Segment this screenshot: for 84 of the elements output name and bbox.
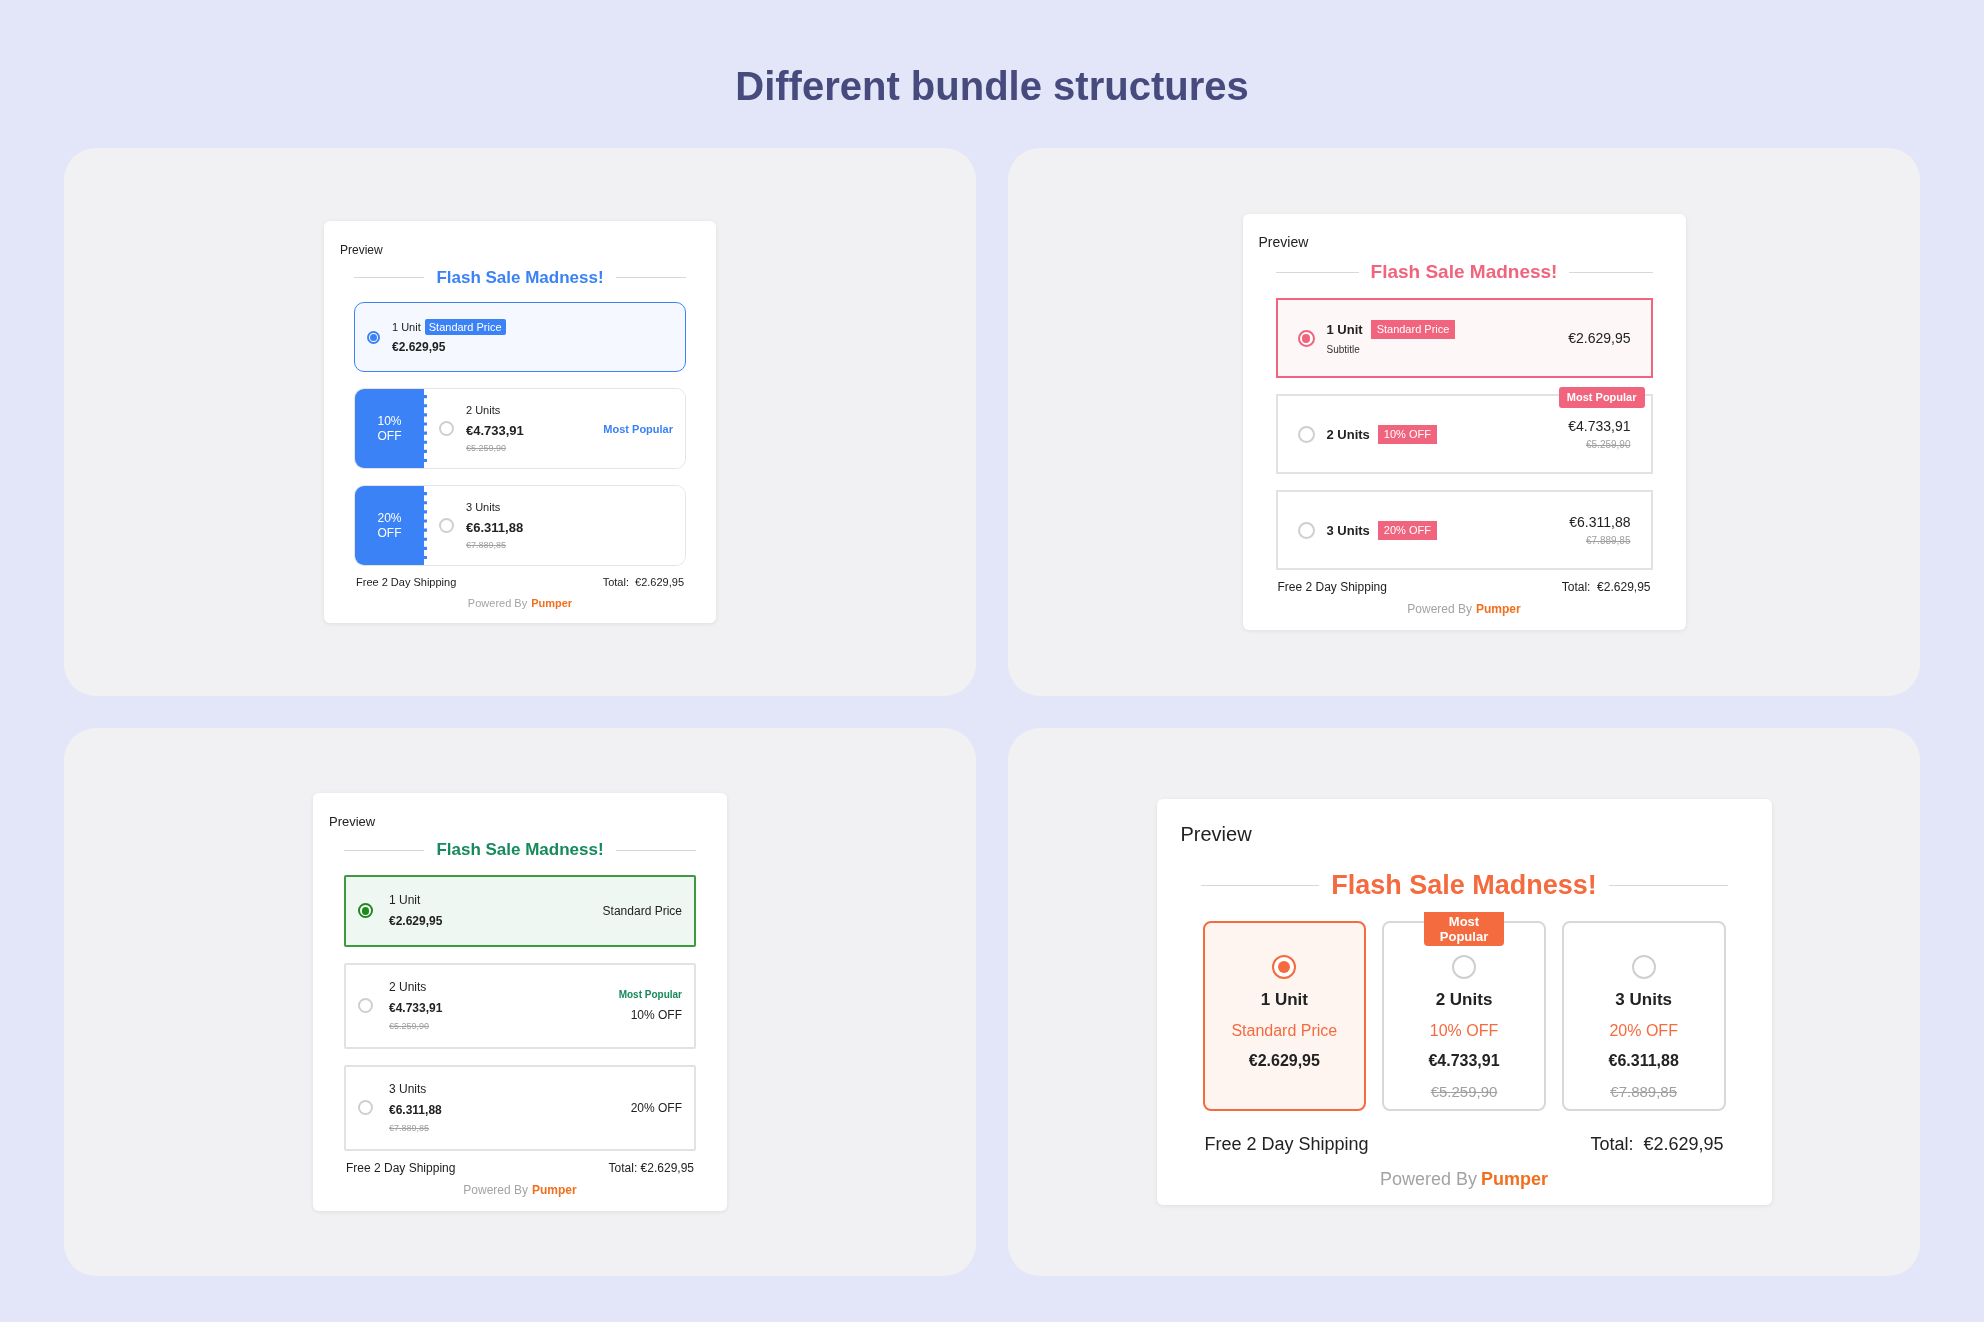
price: €6.311,88 bbox=[1569, 513, 1631, 533]
discount-label: 20% OFF bbox=[1609, 1020, 1678, 1041]
bundle-option[interactable]: 1 Unit Standard Price €2.629,95 bbox=[1202, 921, 1367, 1112]
unit-label: 2 Units bbox=[1326, 425, 1370, 444]
discount-label: 10% OFF bbox=[376, 413, 403, 444]
bundle-option[interactable]: 3 Units 20% OFF €6.311,88 €7.889,85 bbox=[1561, 921, 1726, 1112]
powered-by-text: Powered By bbox=[467, 595, 528, 611]
bundle-option[interactable]: 1 Unit Standard Price €2.629,95 bbox=[354, 302, 686, 373]
discount-badge: Standard Price bbox=[1370, 320, 1456, 339]
powered-by-text: Powered By bbox=[1407, 601, 1472, 619]
price: €4.733,91 bbox=[466, 421, 524, 440]
sale-heading: Flash Sale Madness! bbox=[435, 839, 605, 862]
discount-label: Standard Price bbox=[1231, 1020, 1338, 1041]
unit-label: 1 Unit bbox=[389, 892, 422, 910]
unit-label: 1 Unit bbox=[392, 319, 421, 335]
unit-label: 3 Units bbox=[389, 1081, 428, 1098]
total-price: Total: €2.629,95 bbox=[1561, 579, 1651, 597]
most-popular-ribbon: Most Popular bbox=[1558, 387, 1645, 408]
powered-by-text: Powered By bbox=[463, 1181, 528, 1199]
discount-badge: 10% OFF bbox=[1377, 425, 1437, 444]
price: €4.733,91 bbox=[1428, 1050, 1500, 1071]
radio-button[interactable] bbox=[1297, 329, 1315, 347]
discount-label: 10% OFF bbox=[1429, 1020, 1499, 1041]
bundle-option[interactable]: 20% OFF 3 Units €6.311,88 €7.889,85 bbox=[354, 485, 686, 567]
sale-heading: Flash Sale Madness! bbox=[1330, 868, 1598, 902]
total-price: Total: €2.629,95 bbox=[1590, 1133, 1724, 1157]
bundle-option[interactable]: 3 Units €6.311,88 €7.889,85 20% OFF bbox=[344, 1064, 696, 1151]
discount-label: 20% OFF bbox=[630, 1099, 682, 1117]
most-popular-label: Most Popular bbox=[618, 988, 682, 1003]
unit-label: 3 Units bbox=[1326, 521, 1370, 540]
unit-label: 3 Units bbox=[1615, 989, 1672, 1012]
unit-label: 1 Unit bbox=[1326, 320, 1363, 339]
original-price: €5.259,90 bbox=[1430, 1082, 1498, 1100]
price: €6.311,88 bbox=[466, 518, 524, 537]
original-price: €7.889,85 bbox=[1586, 535, 1631, 547]
unit-label: 1 Unit bbox=[1260, 989, 1308, 1012]
radio-button[interactable] bbox=[367, 330, 380, 344]
bundle-option[interactable]: 1 Unit €2.629,95 Standard Price bbox=[344, 874, 696, 947]
subtitle: Subtitle bbox=[1326, 343, 1361, 357]
radio-button[interactable] bbox=[1272, 955, 1297, 980]
powered-by-text: Powered By bbox=[1379, 1168, 1477, 1192]
price: €2.629,95 bbox=[389, 913, 443, 931]
preview-label: Preview bbox=[340, 242, 383, 257]
total-price: Total: €2.629,95 bbox=[602, 575, 684, 591]
discount-label: Standard Price bbox=[602, 902, 682, 920]
shipping-note: Free 2 Day Shipping bbox=[1277, 579, 1387, 597]
discount-label: 10% OFF bbox=[630, 1007, 682, 1025]
preview-label: Preview bbox=[1180, 822, 1252, 845]
preview-label: Preview bbox=[329, 814, 376, 830]
shipping-note: Free 2 Day Shipping bbox=[356, 575, 457, 591]
bundle-option[interactable]: 1 Unit Standard Price Subtitle €2.629,95 bbox=[1275, 298, 1653, 379]
price: €4.733,91 bbox=[389, 1000, 443, 1017]
original-price: €7.889,85 bbox=[466, 540, 507, 550]
most-popular-label: Most Popular bbox=[603, 421, 673, 437]
preview-label: Preview bbox=[1258, 233, 1309, 250]
most-popular-ribbon: Most Popular bbox=[1424, 912, 1504, 947]
unit-label: 2 Units bbox=[1435, 989, 1493, 1012]
shipping-note: Free 2 Day Shipping bbox=[1204, 1133, 1369, 1157]
unit-label: 3 Units bbox=[466, 500, 502, 515]
sale-heading: Flash Sale Madness! bbox=[1369, 259, 1559, 284]
price: €6.311,88 bbox=[1608, 1050, 1679, 1071]
price: €2.629,95 bbox=[1568, 328, 1631, 348]
total-price: Total: €2.629,95 bbox=[608, 1159, 694, 1177]
bundle-option[interactable]: 10% OFF 2 Units €4.733,91 €5.259,90 Most Popular bbox=[354, 388, 686, 470]
discount-badge: 20% OFF bbox=[1377, 521, 1437, 540]
radio-button[interactable] bbox=[358, 903, 373, 919]
price: €2.629,95 bbox=[392, 339, 447, 356]
unit-label: 2 Units bbox=[466, 403, 502, 418]
page-title: Different bundle structures bbox=[735, 63, 1249, 110]
original-price: €7.889,85 bbox=[1610, 1082, 1678, 1100]
discount-label: 20% OFF bbox=[376, 510, 403, 541]
price: €2.629,95 bbox=[1248, 1050, 1320, 1071]
unit-label: 2 Units bbox=[389, 979, 428, 996]
original-price: €5.259,90 bbox=[1586, 439, 1631, 451]
shipping-note: Free 2 Day Shipping bbox=[346, 1159, 456, 1177]
original-price: €5.259,90 bbox=[466, 443, 507, 453]
original-price: €7.889,85 bbox=[389, 1123, 430, 1133]
sale-heading: Flash Sale Madness! bbox=[435, 266, 605, 289]
bundle-option[interactable]: 2 Units €4.733,91 €5.259,90 Most Popular 10% OFF bbox=[344, 962, 696, 1049]
price: €4.733,91 bbox=[1568, 417, 1631, 437]
standard-price-badge: Standard Price bbox=[424, 318, 506, 335]
original-price: €5.259,90 bbox=[389, 1021, 430, 1031]
price: €6.311,88 bbox=[389, 1102, 442, 1119]
bundle-option[interactable]: 3 Units 20% OFF €6.311,88 €7.889,85 bbox=[1275, 490, 1653, 571]
